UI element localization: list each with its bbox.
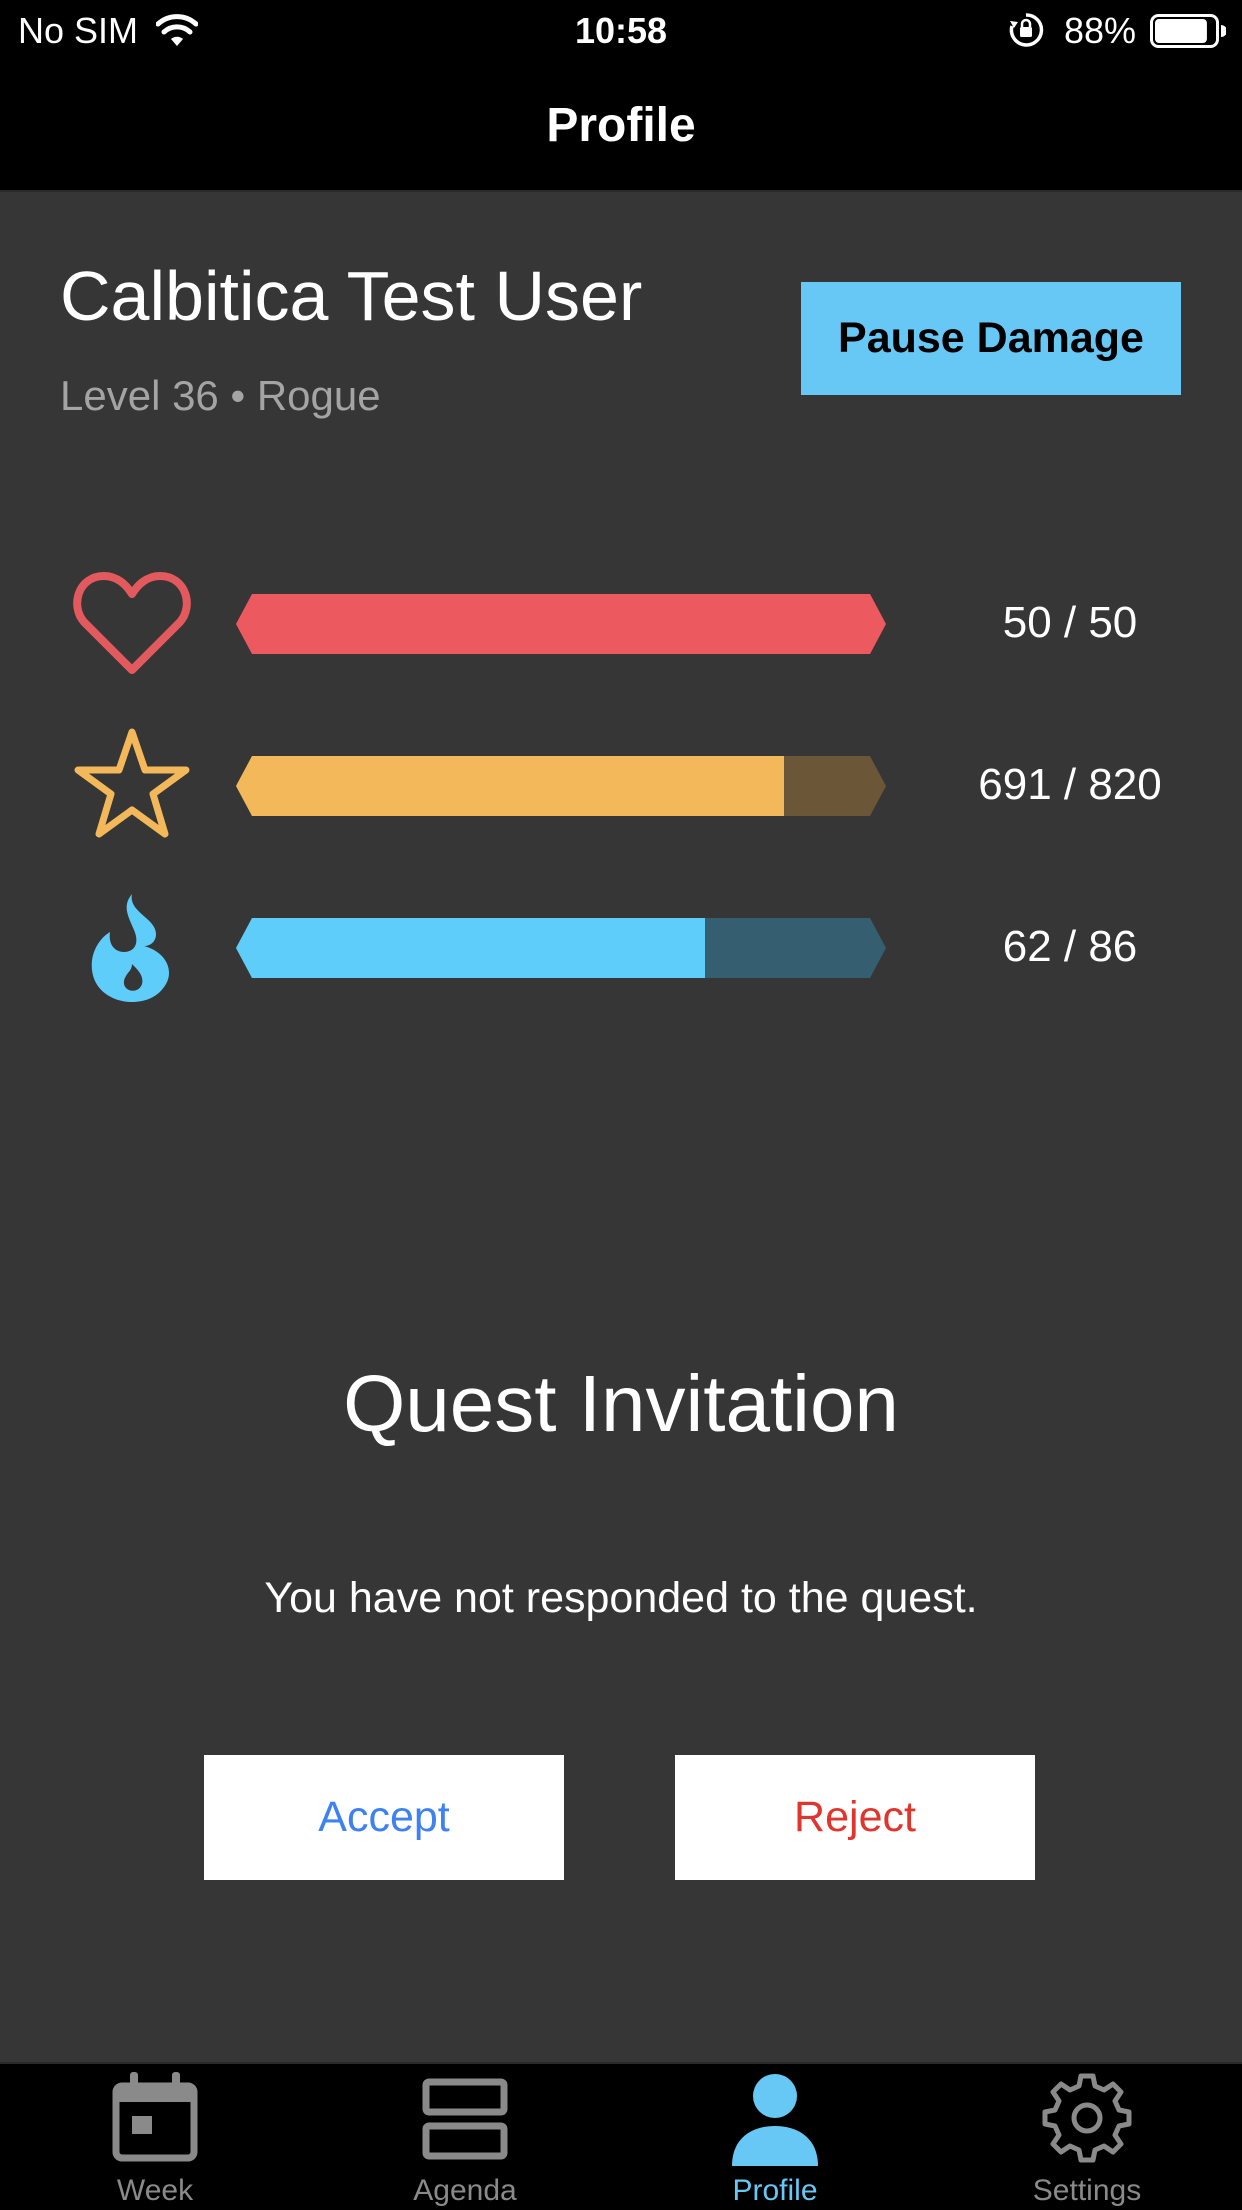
agenda-icon <box>422 2078 508 2160</box>
battery-icon <box>1150 14 1226 48</box>
status-bar: No SIM 10:58 88% <box>0 0 1242 62</box>
experience-value: 691 / 820 <box>978 760 1162 809</box>
star-icon <box>72 724 192 844</box>
experience-bar-fill <box>236 756 784 816</box>
tab-profile[interactable]: Profile <box>620 2064 930 2210</box>
heart-icon <box>72 562 192 682</box>
battery-percent: 88% <box>1064 10 1137 51</box>
health-value: 50 / 50 <box>1002 598 1138 647</box>
mana-bar <box>236 918 886 978</box>
mana-bar-fill <box>236 918 705 978</box>
health-bar <box>236 594 886 654</box>
tab-label: Settings <box>1032 2174 1142 2207</box>
quest-invitation-title: Quest Invitation <box>343 1359 899 1448</box>
orientation-lock-icon <box>1009 13 1044 47</box>
health-bar-fill <box>236 594 886 654</box>
tab-label: Agenda <box>413 2174 517 2207</box>
person-icon <box>732 2074 818 2166</box>
mana-value: 62 / 86 <box>1002 922 1138 971</box>
tab-settings[interactable]: Settings <box>932 2064 1242 2210</box>
tab-bar: Week Agenda Profile Settings <box>0 2062 1242 2210</box>
tab-agenda[interactable]: Agenda <box>310 2064 620 2210</box>
reject-quest-button[interactable]: Reject <box>675 1755 1035 1880</box>
gear-icon <box>1042 2073 1132 2163</box>
pause-damage-button[interactable]: Pause Damage <box>801 282 1181 395</box>
navigation-bar: Profile <box>0 62 1242 192</box>
tab-week[interactable]: Week <box>0 2064 310 2210</box>
clock: 10:58 <box>574 10 668 51</box>
flame-icon <box>72 886 192 1006</box>
user-name: Calbitica Test User <box>60 257 643 335</box>
tab-label: Profile <box>732 2174 818 2207</box>
accept-quest-button[interactable]: Accept <box>204 1755 564 1880</box>
quest-status-message: You have not responded to the quest. <box>264 1574 978 1622</box>
tab-label: Week <box>116 2174 194 2207</box>
page-title: Profile <box>546 99 696 152</box>
calendar-icon <box>112 2072 198 2162</box>
experience-bar <box>236 756 886 816</box>
user-level-class: Level 36 • Rogue <box>60 372 381 419</box>
